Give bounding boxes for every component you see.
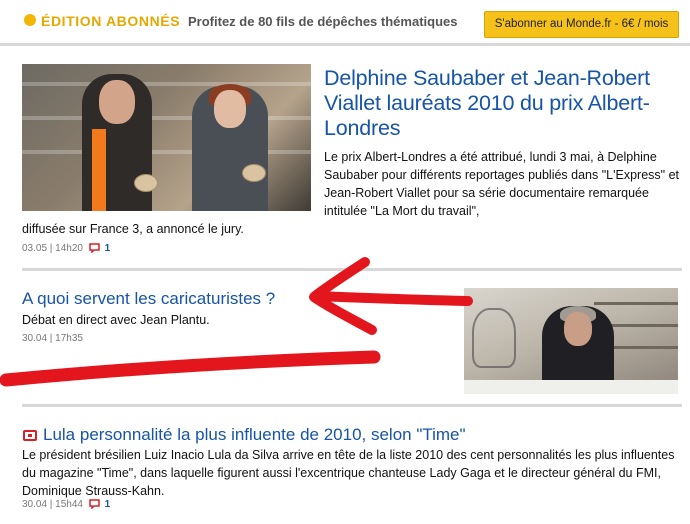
article-lead: Le prix Albert-Londres a été attribué, l… [324,150,679,218]
article-meta: 30.04 | 15h44 1 [22,499,110,510]
annotation-underline-stroke [0,350,381,387]
article-meta: 30.04 | 17h35 [22,333,83,344]
annotation-arrow-head [309,257,377,335]
article-title-link[interactable]: Delphine Saubaber et Jean-Robert Viallet… [324,66,684,141]
article-lead: Le président brésilien Luiz Inacio Lula … [22,448,675,498]
comment-count[interactable]: 1 [105,499,111,510]
article-title-link[interactable]: A quoi servent les caricaturistes ? [22,289,275,309]
article-lead-continued: diffusée sur France 3, a annoncé le jury… [22,222,244,236]
article-title-link[interactable]: Lula personnalité la plus influente de 2… [43,425,466,445]
article-photo-laureates[interactable] [22,64,311,211]
article-timestamp: 30.04 | 17h35 [22,333,83,344]
video-icon [23,430,37,441]
comment-bubble-icon[interactable] [89,243,100,253]
promo-text[interactable]: Profitez de 80 fils de dépêches thématiq… [188,14,457,29]
article-meta: 03.05 | 14h20 1 [22,243,110,254]
article-lead: Débat en direct avec Jean Plantu. [22,313,210,327]
article-separator [22,268,682,271]
annotation-arrow-shaft [313,291,473,306]
subscriber-banner: ÉDITION ABONNÉS Profitez de 80 fils de d… [0,0,690,46]
article-timestamp: 30.04 | 15h44 [22,499,83,510]
edition-dot-icon [24,14,36,26]
comment-count[interactable]: 1 [105,243,111,254]
subscribe-button[interactable]: S'abonner au Monde.fr - 6€ / mois [484,11,679,38]
article-timestamp: 03.05 | 14h20 [22,243,83,254]
article-photo-plantu[interactable] [464,288,678,394]
article-separator [22,404,682,407]
edition-label[interactable]: ÉDITION ABONNÉS [41,13,180,29]
comment-bubble-icon[interactable] [89,499,100,509]
